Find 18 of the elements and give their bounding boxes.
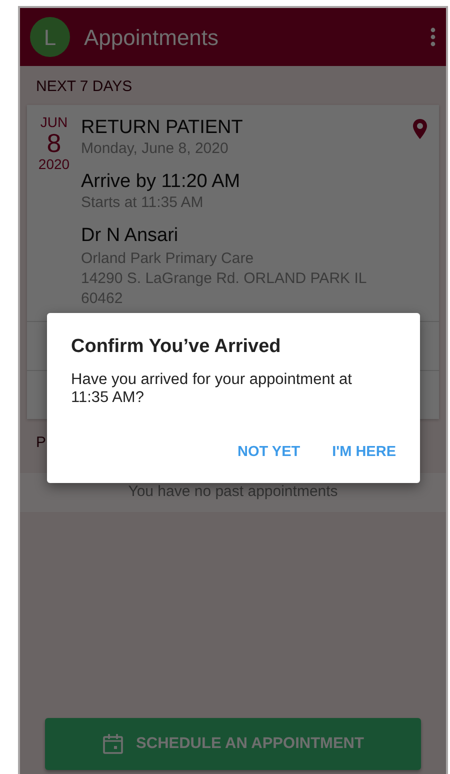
dialog-action-button[interactable]: I'M HERE <box>324 438 404 468</box>
dialog-message: Have you arrived for your appointment at 11:35 AM? <box>71 370 353 406</box>
appointment-type: RETURN PATIENT <box>81 116 244 139</box>
schedule-button[interactable]: SCHEDULE AN APPOINTMENT <box>45 718 421 770</box>
section-heading: P <box>36 433 46 453</box>
date-year: 2020 <box>37 156 71 172</box>
section-heading: NEXT 7 DAYS <box>36 77 132 97</box>
calendar-icon <box>102 733 124 755</box>
date-day: 8 <box>27 130 81 156</box>
provider-name: Dr N Ansari <box>81 224 180 247</box>
arrival-time: Arrive by 11:20 AM <box>81 170 242 193</box>
dialog-action-button[interactable]: NOT YET <box>230 438 308 468</box>
avatar[interactable]: L <box>30 17 70 57</box>
dialog-title: Confirm You’ve Arrived <box>71 335 282 359</box>
app-title: Appointments <box>84 24 220 52</box>
location-pin-icon[interactable] <box>413 119 427 139</box>
more-menu-icon[interactable] <box>430 27 436 47</box>
date-month: JUN <box>39 114 69 130</box>
